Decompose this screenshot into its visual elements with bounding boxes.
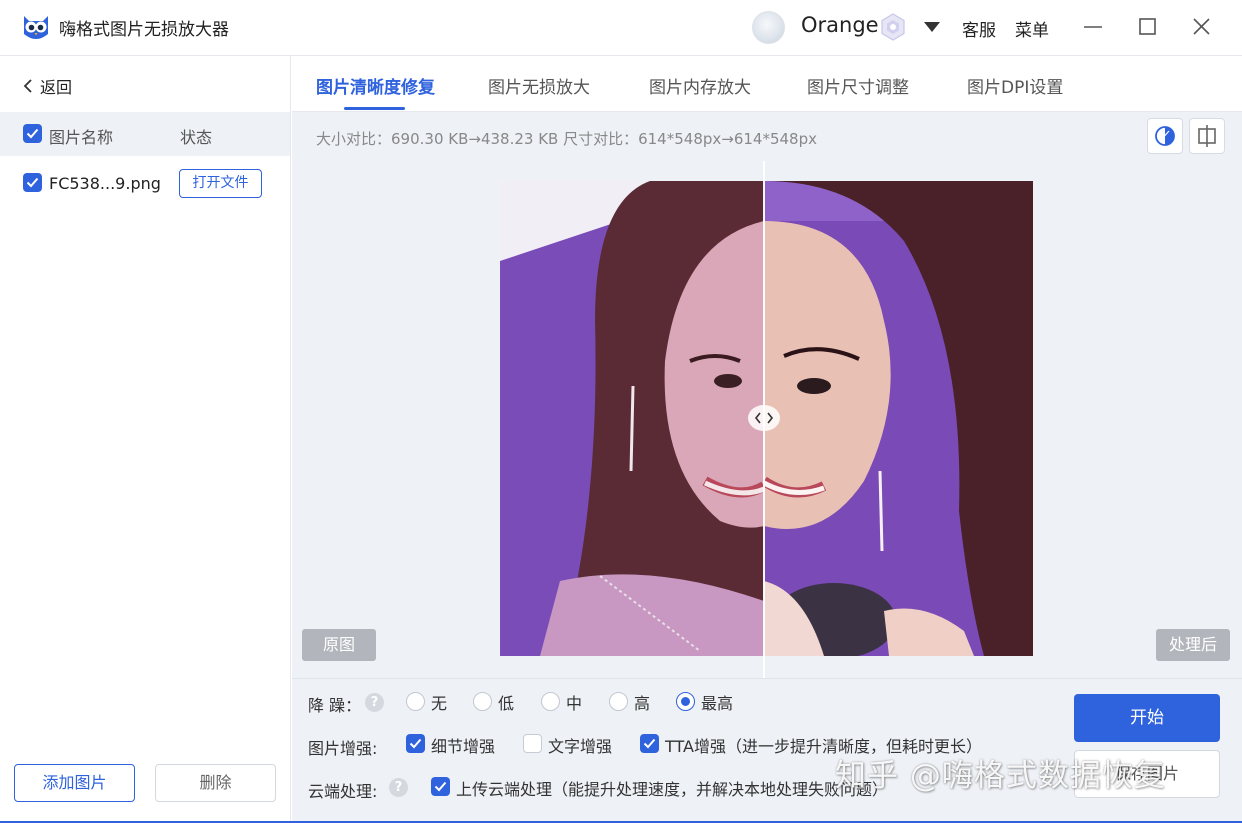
- vip-badge-icon: [881, 13, 905, 41]
- denoise-high-label[interactable]: 高: [634, 690, 650, 714]
- minimize-icon[interactable]: [1076, 12, 1110, 42]
- tab-lossless-enlarge[interactable]: 图片无损放大: [488, 73, 590, 98]
- denoise-highest-label[interactable]: 最高: [701, 690, 733, 714]
- processed-image: [764, 181, 1033, 656]
- split-view-button[interactable]: [1189, 118, 1225, 154]
- tab-size-adjust[interactable]: 图片尺寸调整: [807, 73, 909, 98]
- options-divider: [292, 678, 1242, 679]
- denoise-help-icon[interactable]: ?: [365, 693, 384, 712]
- denoise-highest-radio[interactable]: [676, 692, 695, 711]
- denoise-label: 降 躁：: [308, 696, 362, 715]
- start-button[interactable]: 开始: [1074, 694, 1220, 742]
- cloud-upload-checkbox[interactable]: [431, 777, 450, 796]
- denoise-medium-radio[interactable]: [541, 692, 560, 711]
- detail-enhance-label[interactable]: 细节增强: [431, 733, 495, 757]
- close-icon[interactable]: [1184, 12, 1218, 42]
- enhance-label: 图片增强:: [308, 739, 378, 758]
- app-title: 嗨格式图片无损放大器: [59, 20, 229, 40]
- add-image-button[interactable]: 添加图片: [14, 764, 135, 802]
- split-view-icon: [1198, 125, 1216, 147]
- back-button[interactable]: 返回: [22, 74, 72, 98]
- delete-button[interactable]: 删除: [155, 764, 276, 802]
- select-all-checkbox[interactable]: [23, 124, 42, 143]
- denoise-high-radio[interactable]: [609, 692, 628, 711]
- compare-view-icon: [1155, 126, 1175, 146]
- open-file-button[interactable]: 打开文件: [179, 169, 262, 198]
- tab-bar: 图片清晰度修复 图片无损放大 图片内存放大 图片尺寸调整 图片DPI设置: [292, 56, 1242, 112]
- denoise-none-radio[interactable]: [406, 692, 425, 711]
- tta-enhance-checkbox[interactable]: [640, 734, 659, 753]
- avatar[interactable]: [752, 11, 785, 44]
- customer-service-button[interactable]: 客服: [962, 16, 996, 41]
- file-name: FC538...9.png: [49, 174, 161, 193]
- tab-memory-enlarge[interactable]: 图片内存放大: [649, 73, 751, 98]
- original-label: 原图: [302, 629, 376, 661]
- denoise-none-label[interactable]: 无: [431, 690, 447, 714]
- owl-logo-icon: [24, 16, 48, 39]
- compare-info: 大小对比：690.30 KB→438.23 KB 尺寸对比：614*548px→…: [316, 130, 817, 148]
- sidebar: 返回 图片名称 状态 FC538...9.png 打开文件 添加图片 删除: [0, 56, 291, 823]
- column-header-name: 图片名称: [49, 128, 114, 147]
- cloud-help-icon[interactable]: ?: [389, 778, 408, 797]
- column-header-status: 状态: [180, 128, 213, 147]
- detail-enhance-checkbox[interactable]: [406, 734, 425, 753]
- text-enhance-checkbox[interactable]: [523, 734, 542, 753]
- tab-dpi-settings[interactable]: 图片DPI设置: [967, 73, 1063, 98]
- back-label: 返回: [40, 78, 73, 97]
- maximize-icon[interactable]: [1130, 12, 1164, 42]
- chevron-left-icon: [23, 79, 32, 93]
- watermark: 知乎 @嗨格式数据恢复: [835, 758, 1166, 794]
- cloud-upload-label[interactable]: 上传云端处理（能提升处理速度，并解决本地处理失败问题）: [456, 776, 888, 800]
- file-list-header: 图片名称 状态: [0, 112, 290, 156]
- processed-label: 处理后: [1156, 629, 1230, 661]
- text-enhance-label[interactable]: 文字增强: [548, 733, 612, 757]
- denoise-low-label[interactable]: 低: [498, 690, 514, 714]
- username[interactable]: Orange: [801, 13, 879, 37]
- tab-clarity-repair[interactable]: 图片清晰度修复: [316, 73, 435, 98]
- denoise-low-radio[interactable]: [473, 692, 492, 711]
- compare-view-button[interactable]: [1147, 118, 1183, 154]
- title-bar: 嗨格式图片无损放大器 Orange 客服 菜单: [0, 0, 1242, 56]
- file-row[interactable]: FC538...9.png 打开文件: [0, 161, 290, 205]
- file-checkbox[interactable]: [23, 173, 42, 192]
- chevron-down-icon[interactable]: [921, 18, 943, 36]
- cloud-label: 云端处理:: [308, 782, 378, 801]
- original-image: [500, 181, 764, 656]
- divider-drag-handle-icon[interactable]: [747, 404, 781, 432]
- menu-button[interactable]: 菜单: [1015, 16, 1049, 41]
- main-panel: 图片清晰度修复 图片无损放大 图片内存放大 图片尺寸调整 图片DPI设置 大小对…: [292, 56, 1242, 823]
- active-tab-indicator: [344, 107, 405, 110]
- denoise-medium-label[interactable]: 中: [566, 690, 582, 714]
